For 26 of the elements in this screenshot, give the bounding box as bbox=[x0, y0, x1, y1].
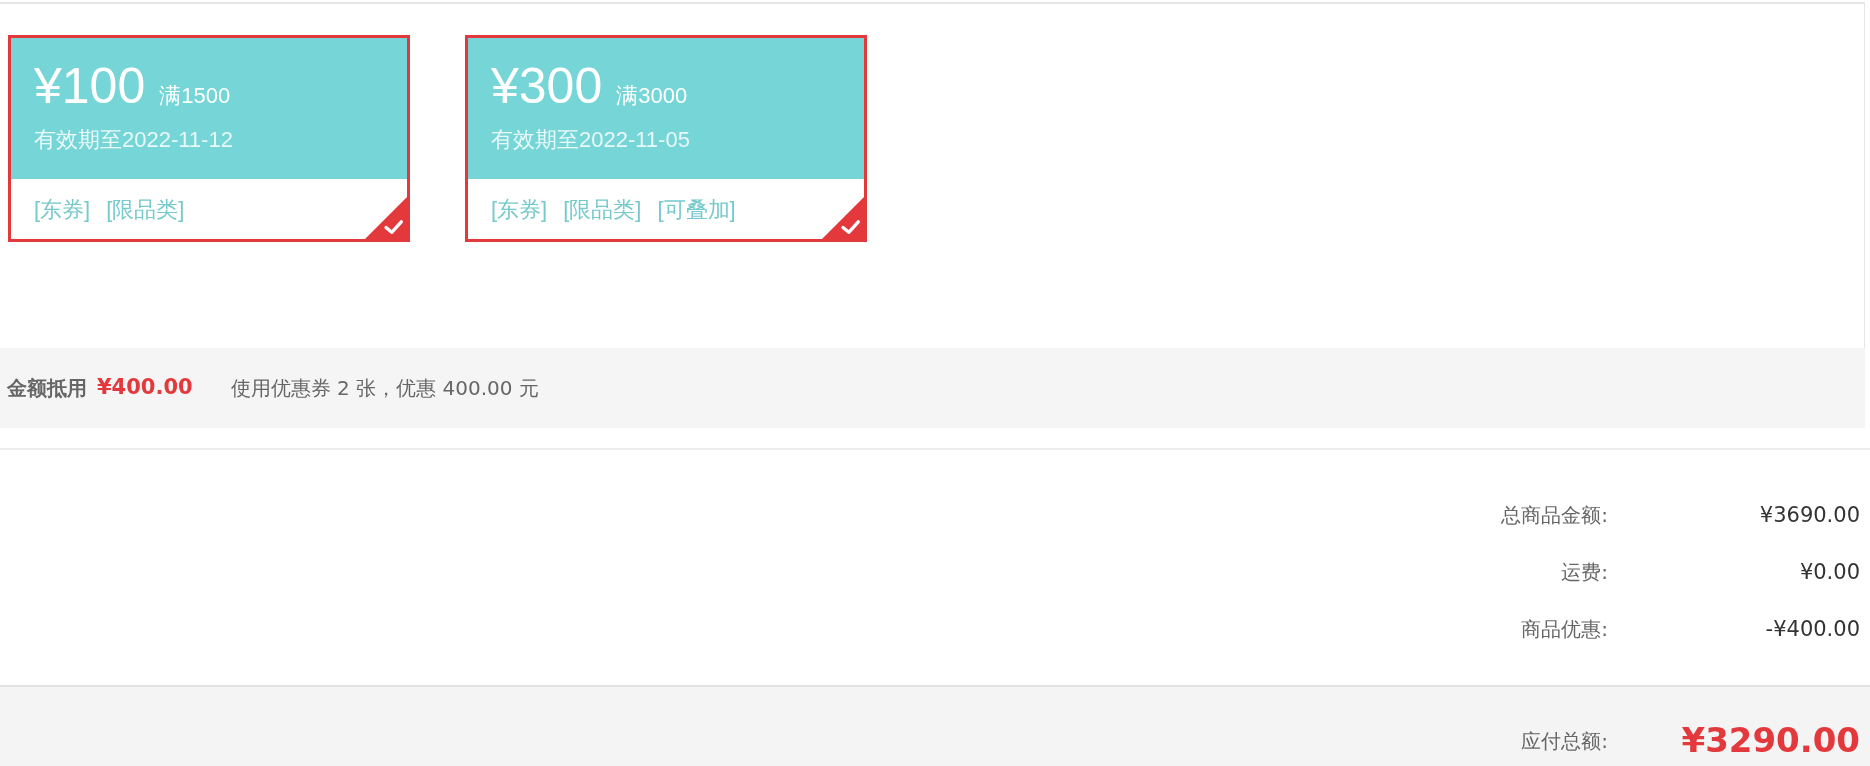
total-label: 商品优惠: bbox=[1521, 616, 1608, 643]
check-corner-icon bbox=[365, 197, 407, 239]
discount-note: 使用优惠券 2 张，优惠 400.00 元 bbox=[230, 375, 539, 402]
coupon-tag: [东券] bbox=[34, 192, 91, 226]
coupon-tag: [可叠加] bbox=[657, 192, 736, 226]
total-value: -¥400.00 bbox=[1764, 616, 1860, 643]
total-label: 总商品金额: bbox=[1501, 502, 1608, 529]
discount-amount: ¥400.00 bbox=[97, 374, 193, 402]
coupon-card[interactable]: ¥300 满3000 有效期至2022-11-05 [东券] [限品类] [可叠加] bbox=[465, 35, 867, 242]
coupon-validity: 有效期至2022-11-12 bbox=[34, 126, 234, 154]
total-value: ¥0.00 bbox=[1798, 559, 1860, 586]
check-corner-icon bbox=[822, 197, 864, 239]
coupon-condition: 满1500 bbox=[159, 82, 231, 110]
coupon-validity: 有效期至2022-11-05 bbox=[491, 126, 691, 154]
coupon-tag: [限品类] bbox=[563, 192, 642, 226]
payable-amount: ¥3290.00 bbox=[1680, 719, 1860, 762]
coupon-card[interactable]: ¥100 满1500 有效期至2022-11-12 [东券] [限品类] bbox=[8, 35, 410, 242]
total-value: ¥3690.00 bbox=[1758, 502, 1860, 529]
coupon-amount: ¥100 bbox=[34, 57, 146, 116]
total-label: 运费: bbox=[1561, 559, 1608, 586]
coupon-tag: [限品类] bbox=[106, 192, 185, 226]
coupon-amount: ¥300 bbox=[491, 57, 603, 116]
payable-label: 应付总额: bbox=[1521, 727, 1608, 755]
coupon-tag: [东券] bbox=[491, 192, 548, 226]
discount-label: 金额抵用 bbox=[7, 375, 87, 402]
coupon-condition: 满3000 bbox=[616, 82, 688, 110]
